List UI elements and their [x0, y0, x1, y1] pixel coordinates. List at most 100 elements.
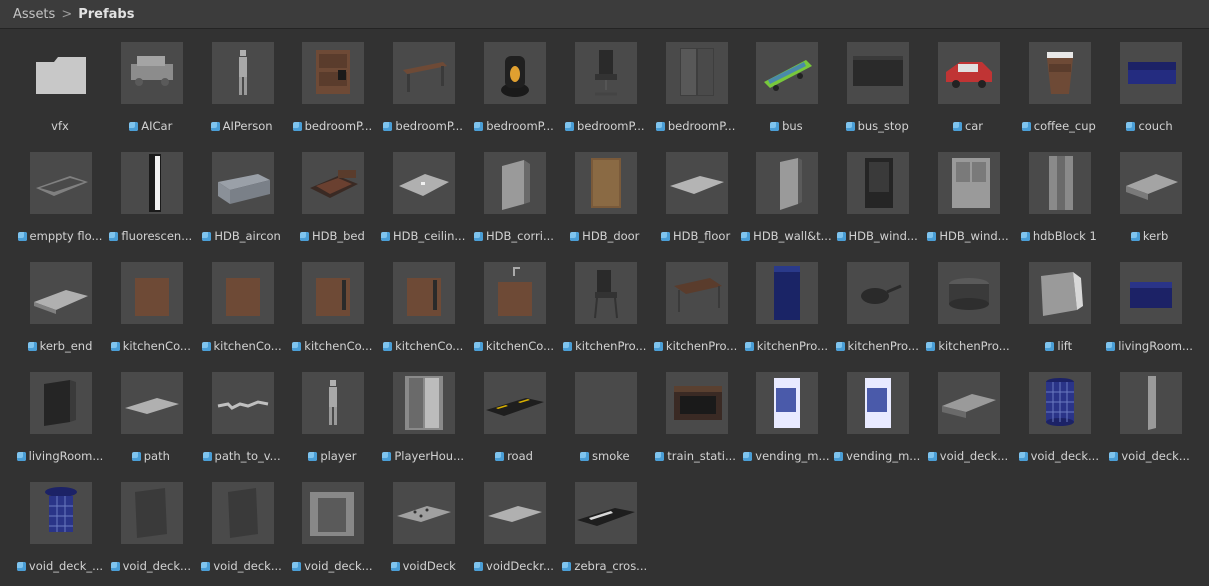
prefab-item[interactable]: bedroomP...	[286, 30, 374, 133]
prefab-item[interactable]: voidDeckr...	[468, 470, 556, 573]
asset-label: vending_m...	[740, 449, 832, 463]
prefab-thumbnail	[574, 42, 637, 104]
prefab-icon	[1020, 232, 1030, 241]
prefab-item[interactable]: bus_stop	[831, 30, 919, 133]
prefab-item[interactable]: emppty flo...	[14, 140, 102, 243]
prefab-item[interactable]: vending_m...	[740, 360, 829, 463]
prefab-icon	[292, 562, 302, 571]
prefab-item[interactable]: void_deck...	[1013, 360, 1101, 463]
asset-label-text: PlayerHou...	[394, 449, 465, 463]
prefab-item[interactable]: HDB_ceilin...	[377, 140, 465, 243]
asset-label-text: bedroomP...	[395, 119, 463, 133]
asset-label-text: bedroomP...	[486, 119, 554, 133]
prefab-item[interactable]: fluorescen...	[105, 140, 193, 243]
prefab-item[interactable]: void_deck...	[105, 470, 193, 573]
prefab-item[interactable]: HDB_wind...	[831, 140, 919, 243]
prefab-thumbnail	[484, 262, 546, 324]
prefab-item[interactable]: AICar	[105, 30, 193, 133]
prefab-item[interactable]: smoke	[559, 360, 647, 463]
prefab-item[interactable]: kitchenPro...	[650, 250, 738, 353]
prefab-item[interactable]: road	[468, 360, 556, 463]
asset-label: bus_stop	[831, 119, 923, 133]
asset-label-text: coffee_cup	[1033, 119, 1096, 133]
prefab-thumbnail	[393, 262, 456, 324]
prefab-item[interactable]: HDB_wall&t...	[740, 140, 832, 243]
breadcrumb-current[interactable]: Prefabs	[78, 7, 134, 22]
prefab-thumbnail	[574, 152, 637, 214]
prefab-icon	[744, 342, 754, 351]
prefab-icon	[474, 232, 484, 241]
asset-label-text: void_deck...	[1121, 449, 1190, 463]
prefab-icon	[299, 232, 309, 241]
prefab-icon	[495, 452, 505, 461]
prefab-item[interactable]: kitchenPro...	[831, 250, 919, 353]
prefab-item[interactable]: voidDeck	[377, 470, 465, 573]
prefab-icon	[473, 342, 483, 351]
asset-label-text: HDB_ceilin...	[392, 229, 466, 243]
asset-label-text: lift	[1057, 339, 1073, 353]
prefab-item[interactable]: livingRoom...	[14, 360, 103, 463]
prefab-item[interactable]: kitchenPro...	[740, 250, 828, 353]
prefab-thumbnail	[938, 262, 1000, 324]
prefab-item[interactable]: bedroomP...	[468, 30, 556, 133]
prefab-icon	[834, 452, 844, 461]
prefab-item[interactable]: HDB_floor	[650, 140, 738, 243]
prefab-icon	[383, 122, 393, 131]
asset-label-text: fluorescen...	[121, 229, 193, 243]
asset-label: couch	[1104, 119, 1196, 133]
prefab-item[interactable]: void_deck_...	[14, 470, 103, 573]
asset-label-text: HDB_floor	[673, 229, 731, 243]
asset-label-text: vfx	[51, 119, 69, 133]
prefab-item[interactable]: HDB_wind...	[922, 140, 1010, 243]
prefab-item[interactable]: path	[105, 360, 193, 463]
prefab-item[interactable]: couch	[1104, 30, 1192, 133]
prefab-item[interactable]: kerb	[1104, 140, 1192, 243]
prefab-item[interactable]: HDB_bed	[286, 140, 374, 243]
prefab-item[interactable]: zebra_cros...	[559, 470, 647, 573]
prefab-item[interactable]: car	[922, 30, 1010, 133]
prefab-item[interactable]: bedroomP...	[559, 30, 647, 133]
prefab-item[interactable]: kitchenCo...	[377, 250, 465, 353]
prefab-item[interactable]: hdbBlock 1	[1013, 140, 1101, 243]
prefab-item[interactable]: player	[286, 360, 374, 463]
prefab-item[interactable]: livingRoom...	[1104, 250, 1193, 353]
prefab-item[interactable]: bedroomP...	[650, 30, 738, 133]
prefab-item[interactable]: HDB_corri...	[468, 140, 556, 243]
prefab-item[interactable]: kitchenPro...	[922, 250, 1010, 353]
prefab-item[interactable]: PlayerHou...	[377, 360, 465, 463]
prefab-thumbnail	[302, 152, 365, 214]
prefab-item[interactable]: kerb_end	[14, 250, 102, 353]
prefab-thumbnail	[574, 262, 637, 324]
prefab-item[interactable]: kitchenCo...	[468, 250, 556, 353]
asset-label: voidDeck	[377, 559, 469, 573]
prefab-item[interactable]: kitchenCo...	[105, 250, 193, 353]
prefab-item[interactable]: bus	[740, 30, 828, 133]
folder-item[interactable]: vfx	[14, 30, 102, 133]
prefab-item[interactable]: void_deck...	[922, 360, 1010, 463]
prefab-thumbnail	[756, 152, 819, 214]
prefab-item[interactable]: kitchenPro...	[559, 250, 647, 353]
prefab-item[interactable]: HDB_aircon	[196, 140, 284, 243]
prefab-item[interactable]: HDB_door	[559, 140, 647, 243]
prefab-item[interactable]: train_stati...	[650, 360, 738, 463]
prefab-thumbnail	[847, 42, 910, 104]
prefab-item[interactable]: void_deck...	[1104, 360, 1192, 463]
prefab-item[interactable]: lift	[1013, 250, 1101, 353]
asset-label-text: kitchenPro...	[665, 339, 738, 353]
prefab-item[interactable]: coffee_cup	[1013, 30, 1101, 133]
breadcrumb-root[interactable]: Assets	[13, 7, 55, 22]
asset-label: bedroomP...	[286, 119, 378, 133]
prefab-icon	[835, 342, 845, 351]
prefab-item[interactable]: void_deck...	[286, 470, 374, 573]
asset-label: void_deck...	[196, 559, 288, 573]
prefab-item[interactable]: path_to_v...	[196, 360, 284, 463]
prefab-item[interactable]: kitchenCo...	[286, 250, 374, 353]
prefab-item[interactable]: vending_m...	[831, 360, 920, 463]
prefab-thumbnail	[665, 152, 728, 214]
prefab-item[interactable]: void_deck...	[196, 470, 284, 573]
prefab-thumbnail	[756, 42, 819, 104]
prefab-item[interactable]: kitchenCo...	[196, 250, 284, 353]
prefab-item[interactable]: AIPerson	[196, 30, 284, 133]
prefab-item[interactable]: bedroomP...	[377, 30, 465, 133]
asset-label: voidDeckr...	[468, 559, 560, 573]
